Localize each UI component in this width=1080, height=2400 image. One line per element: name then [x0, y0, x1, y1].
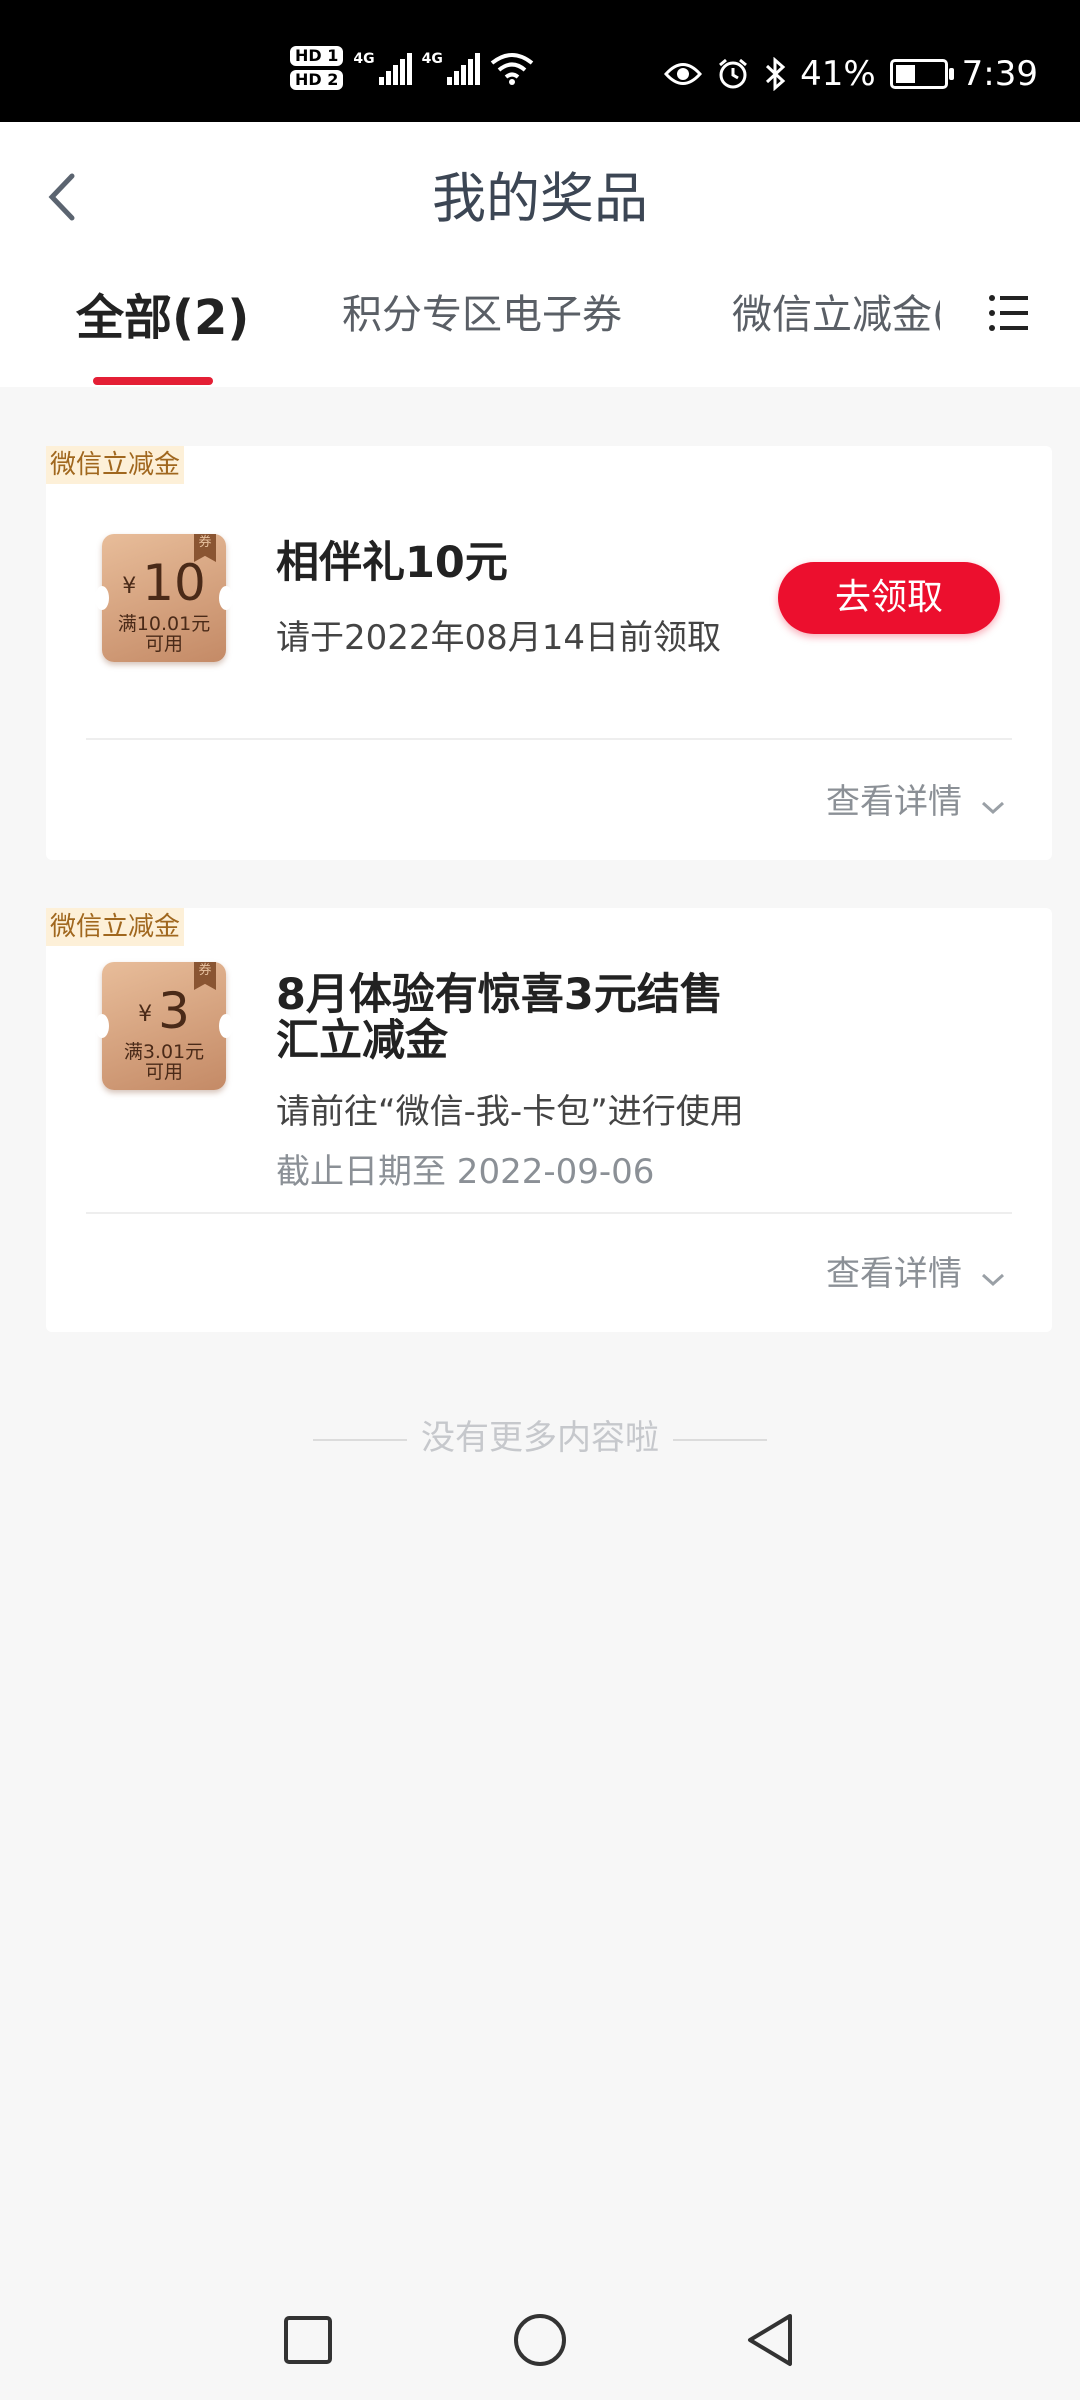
divider [86, 738, 1012, 740]
view-details-label: 查看详情 [826, 1254, 962, 1294]
page-header: 我的奖品 全部(2) 积分专区电子券 微信立减金( [0, 122, 1080, 387]
coupon-condition: 满3.01元 可用 [123, 1041, 205, 1083]
wifi-icon [490, 53, 534, 85]
tab-wechat-discount-clip: 微信立减金( [732, 282, 940, 340]
bluetooth-icon [766, 57, 786, 91]
hd-indicators: HD 1 HD 2 [290, 46, 344, 90]
prize-tag: 微信立减金 [46, 908, 185, 946]
claim-button[interactable]: 去领取 [778, 562, 1000, 634]
divider-left [313, 1438, 407, 1441]
prize-title-line-2: 汇立减金 [276, 1016, 448, 1066]
active-tab-indicator [93, 377, 213, 385]
square-recents-icon[interactable] [282, 2314, 334, 2366]
chevron-down-icon [981, 801, 1005, 814]
alarm-icon [719, 58, 748, 89]
list-menu-icon[interactable] [988, 292, 1028, 334]
prize-card-1: 微信立减金 券 ¥10 满10.01元 可用 相伴礼10元 请于2022年08月1… [46, 446, 1052, 860]
battery-fill [895, 65, 915, 83]
view-details-label: 查看详情 [826, 782, 962, 822]
status-bar: HD 1 HD 2 4G 4G 41% 7:39 [0, 0, 1080, 122]
prize-title-line-1: 8月体验有惊喜3元结售 [276, 970, 723, 1020]
view-details-link[interactable]: 查看详情 [826, 774, 1006, 823]
network-type-2: 4G [421, 51, 443, 67]
tab-all[interactable]: 全部(2) [76, 278, 249, 348]
chevron-down-icon [981, 1273, 1005, 1286]
status-left: HD 1 HD 2 4G 4G [290, 46, 534, 90]
view-details-link[interactable]: 查看详情 [826, 1246, 1006, 1295]
signal-2-icon: 4G [422, 51, 480, 85]
prize-card-2: 微信立减金 券 ¥3 满3.01元 可用 8月体验有惊喜3元结售 汇立减金 请前往… [46, 908, 1052, 1332]
coupon-amount: ¥3 [138, 982, 190, 1040]
battery-icon [889, 59, 954, 89]
hd2-badge: HD 2 [290, 70, 344, 90]
prize-subtitle: 请于2022年08月14日前领取 [276, 618, 722, 658]
circle-home-icon[interactable] [512, 2312, 568, 2368]
tab-bar: 全部(2) 积分专区电子券 微信立减金( [0, 282, 1080, 387]
battery-percent: 41% [800, 54, 876, 94]
clock: 7:39 [961, 54, 1038, 94]
eye-icon [664, 63, 703, 85]
page-title: 我的奖品 [432, 167, 648, 230]
triangle-back-icon[interactable] [744, 2312, 796, 2368]
prize-expiry: 截止日期至 2022-09-06 [276, 1152, 655, 1192]
tab-points-ecoupon[interactable]: 积分专区电子券 [342, 282, 622, 340]
divider-right [673, 1438, 767, 1441]
prize-title: 8月体验有惊喜3元结售 汇立减金 [276, 972, 723, 1064]
hd1-badge: HD 1 [290, 46, 344, 66]
prize-tag: 微信立减金 [46, 446, 185, 484]
prize-title: 相伴礼10元 [276, 538, 508, 588]
system-nav-bar [0, 2290, 1080, 2400]
signal-1-icon: 4G [353, 51, 412, 85]
coupon-badge: 券 ¥3 满3.01元 可用 [95, 962, 233, 1090]
coupon-amount: ¥10 [122, 554, 206, 612]
coupon-badge: 券 ¥10 满10.01元 可用 [95, 534, 233, 662]
status-right: 41% 7:39 [664, 54, 1038, 94]
no-more-content: 没有更多内容啦 [0, 1410, 1080, 1459]
prize-subtitle: 请前往“微信-我-卡包”进行使用 [276, 1092, 744, 1132]
no-more-text: 没有更多内容啦 [421, 1418, 659, 1458]
coupon-condition: 满10.01元 可用 [117, 613, 211, 655]
divider [86, 1212, 1012, 1214]
tab-wechat-discount[interactable]: 微信立减金( [732, 282, 940, 340]
network-type-1: 4G [353, 51, 375, 67]
